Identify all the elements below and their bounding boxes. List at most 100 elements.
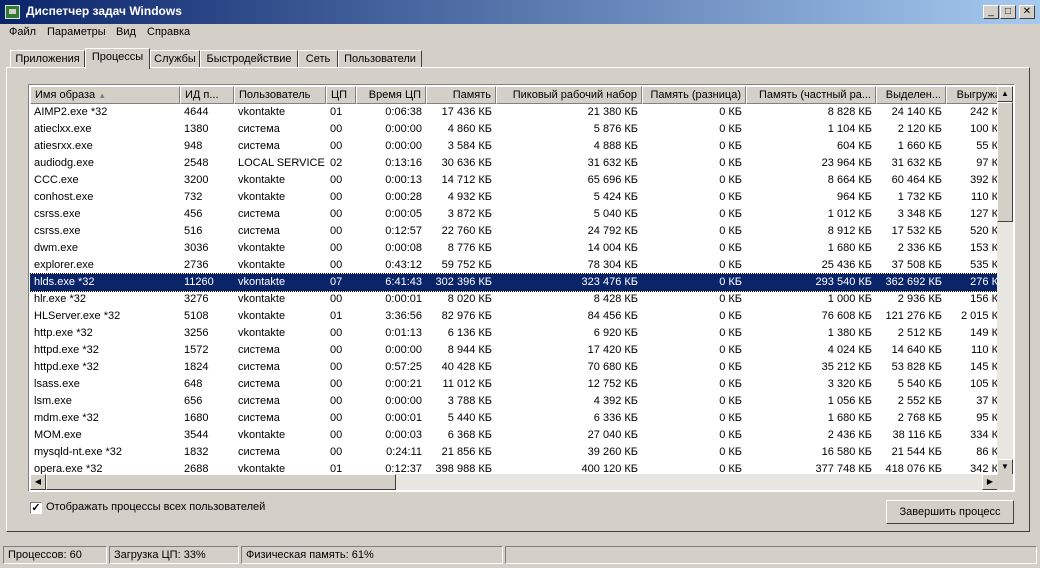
cell-paged-pool: 276 К — [970, 276, 998, 288]
end-process-button[interactable]: Завершить процесс — [886, 500, 1014, 524]
cell-user: vkontakte — [238, 106, 286, 118]
process-row[interactable]: mdm.exe *32 1680 система 00 0:00:01 5 440 КБ 6… — [30, 410, 1000, 427]
close-button[interactable]: ✕ — [1019, 5, 1035, 19]
column-pid[interactable]: ИД п... — [180, 86, 234, 104]
cell-cpu-time: 0:00:01 — [385, 412, 422, 424]
column-image-name[interactable]: Имя образа ▲ — [30, 86, 180, 104]
process-row[interactable]: lsm.exe 656 система 00 0:00:00 3 788 КБ 4 392 … — [30, 393, 1000, 410]
column-user[interactable]: Пользователь — [234, 86, 326, 104]
show-all-processes-checkbox[interactable]: ✓ — [30, 502, 42, 514]
show-all-processes-label[interactable]: Отображать процессы всех пользователей — [46, 501, 265, 513]
cell-pid: 656 — [184, 395, 203, 407]
scroll-right-button[interactable]: ▶ — [982, 474, 998, 490]
process-row[interactable]: hlr.exe *32 3276 vkontakte 00 0:00:01 8 020 К… — [30, 291, 1000, 308]
column-peak-working-set[interactable]: Пиковый рабочий набор — [496, 86, 642, 104]
tab-applications[interactable]: Приложения — [10, 50, 85, 68]
horizontal-scrollbar[interactable]: ◀ ▶ — [30, 474, 998, 490]
vertical-scrollbar[interactable]: ▲ ▼ — [997, 86, 1013, 475]
cell-memory: 302 396 КБ — [435, 276, 492, 288]
process-row[interactable]: explorer.exe 2736 vkontakte 00 0:43:12 59 752… — [30, 257, 1000, 274]
column-memory[interactable]: Память — [426, 86, 496, 104]
cell-memory-delta: 0 КБ — [719, 191, 742, 203]
process-row[interactable]: httpd.exe *32 1824 система 00 0:57:25 40 428 … — [30, 359, 1000, 376]
process-row[interactable]: lsass.exe 648 система 00 0:00:21 11 012 КБ 12 … — [30, 376, 1000, 393]
cell-cpu: 02 — [330, 157, 343, 169]
cell-cpu: 00 — [330, 412, 343, 424]
maximize-button[interactable]: □ — [1000, 5, 1016, 19]
process-row[interactable]: dwm.exe 3036 vkontakte 00 0:00:08 8 776 КБ 14 … — [30, 240, 1000, 257]
cell-peak-working-set: 6 336 КБ — [593, 412, 638, 424]
cell-user: vkontakte — [238, 293, 286, 305]
minimize-button[interactable]: _ — [983, 5, 999, 19]
cell-memory-delta: 0 КБ — [719, 276, 742, 288]
process-row[interactable]: http.exe *32 3256 vkontakte 00 0:01:13 6 136 … — [30, 325, 1000, 342]
scroll-left-button[interactable]: ◀ — [30, 474, 46, 490]
scroll-down-button[interactable]: ▼ — [997, 459, 1013, 475]
process-row[interactable]: HLServer.exe *32 5108 vkontakte 01 3:36:56 82… — [30, 308, 1000, 325]
cell-cpu-time: 0:00:00 — [385, 140, 422, 152]
cell-memory: 17 436 КБ — [441, 106, 492, 118]
cell-paged-pool: 127 К — [970, 208, 998, 220]
title-bar[interactable]: Диспетчер задач Windows _ □ ✕ — [0, 0, 1040, 24]
cell-memory-delta: 0 КБ — [719, 140, 742, 152]
process-row[interactable]: httpd.exe *32 1572 система 00 0:00:00 8 944 К… — [30, 342, 1000, 359]
tab-processes[interactable]: Процессы — [85, 48, 150, 69]
sort-ascending-icon: ▲ — [98, 91, 107, 100]
menu-view[interactable]: Вид — [116, 26, 136, 38]
process-row[interactable]: atiesrxx.exe 948 система 00 0:00:00 3 584 КБ 4… — [30, 138, 1000, 155]
cell-cpu-time: 0:12:57 — [385, 225, 422, 237]
cell-cpu-time: 0:00:00 — [385, 123, 422, 135]
cell-paged-pool: 2 015 К — [961, 310, 998, 322]
cell-peak-working-set: 6 920 КБ — [593, 327, 638, 339]
column-cpu[interactable]: ЦП — [326, 86, 356, 104]
cell-paged-pool: 153 К — [970, 242, 998, 254]
cell-memory: 59 752 КБ — [441, 259, 492, 271]
cell-cpu-time: 0:01:13 — [385, 327, 422, 339]
column-memory-delta[interactable]: Память (разница) — [642, 86, 746, 104]
vertical-scroll-thumb[interactable] — [997, 102, 1013, 222]
process-list[interactable]: Имя образа ▲ ИД п... Пользователь ЦП Вре… — [28, 84, 1015, 492]
cell-private-working-set: 23 964 КБ — [821, 157, 872, 169]
cell-memory-delta: 0 КБ — [719, 174, 742, 186]
cell-pid: 3200 — [184, 174, 209, 186]
cell-pid: 1832 — [184, 446, 209, 458]
cell-user: система — [238, 123, 280, 135]
process-row[interactable]: CCC.exe 3200 vkontakte 00 0:00:13 14 712 КБ 65… — [30, 172, 1000, 189]
cell-pid: 3544 — [184, 429, 209, 441]
column-commit-size[interactable]: Выделен... — [876, 86, 946, 104]
cell-image-name: csrss.exe — [34, 208, 81, 220]
menu-file[interactable]: Файл — [9, 26, 36, 38]
cell-cpu: 00 — [330, 123, 343, 135]
column-private-working-set[interactable]: Память (частный ра... — [746, 86, 876, 104]
process-row[interactable]: mysqld-nt.exe *32 1832 система 00 0:24:11 21 … — [30, 444, 1000, 461]
process-row[interactable]: csrss.exe 456 система 00 0:00:05 3 872 КБ 5 04… — [30, 206, 1000, 223]
cell-memory: 3 584 КБ — [447, 140, 492, 152]
cell-image-name: atiesrxx.exe — [34, 140, 93, 152]
process-row[interactable]: hlds.exe *32 11260 vkontakte 07 6:41:43 302 3… — [30, 273, 1000, 292]
process-row[interactable]: atieclxx.exe 1380 система 00 0:00:00 4 860 КБ… — [30, 121, 1000, 138]
cell-private-working-set: 604 КБ — [836, 140, 872, 152]
cell-commit-size: 2 936 КБ — [897, 293, 942, 305]
column-cpu-time[interactable]: Время ЦП — [356, 86, 426, 104]
cell-user: система — [238, 225, 280, 237]
cell-image-name: AIMP2.exe *32 — [34, 106, 108, 118]
tab-services[interactable]: Службы — [150, 50, 200, 68]
cell-memory: 30 636 КБ — [441, 157, 492, 169]
menu-options[interactable]: Параметры — [47, 26, 106, 38]
process-row[interactable]: MOM.exe 3544 vkontakte 00 0:00:03 6 368 КБ 27 … — [30, 427, 1000, 444]
horizontal-scroll-thumb[interactable] — [46, 474, 396, 490]
process-row[interactable]: audiodg.exe 2548 LOCAL SERVICE 02 0:13:16 30 … — [30, 155, 1000, 172]
cell-memory-delta: 0 КБ — [719, 412, 742, 424]
scroll-up-button[interactable]: ▲ — [997, 86, 1013, 102]
tab-network[interactable]: Сеть — [298, 50, 338, 68]
cell-paged-pool: 97 К — [976, 157, 998, 169]
cell-paged-pool: 105 К — [970, 378, 998, 390]
tab-performance[interactable]: Быстродействие — [200, 50, 298, 68]
cell-user: vkontakte — [238, 327, 286, 339]
process-row[interactable]: csrss.exe 516 система 00 0:12:57 22 760 КБ 24 … — [30, 223, 1000, 240]
cell-peak-working-set: 5 424 КБ — [593, 191, 638, 203]
menu-help[interactable]: Справка — [147, 26, 190, 38]
process-row[interactable]: AIMP2.exe *32 4644 vkontakte 01 0:06:38 17 43… — [30, 104, 1000, 121]
process-row[interactable]: conhost.exe 732 vkontakte 00 0:00:28 4 932 КБ… — [30, 189, 1000, 206]
tab-users[interactable]: Пользователи — [338, 50, 422, 68]
